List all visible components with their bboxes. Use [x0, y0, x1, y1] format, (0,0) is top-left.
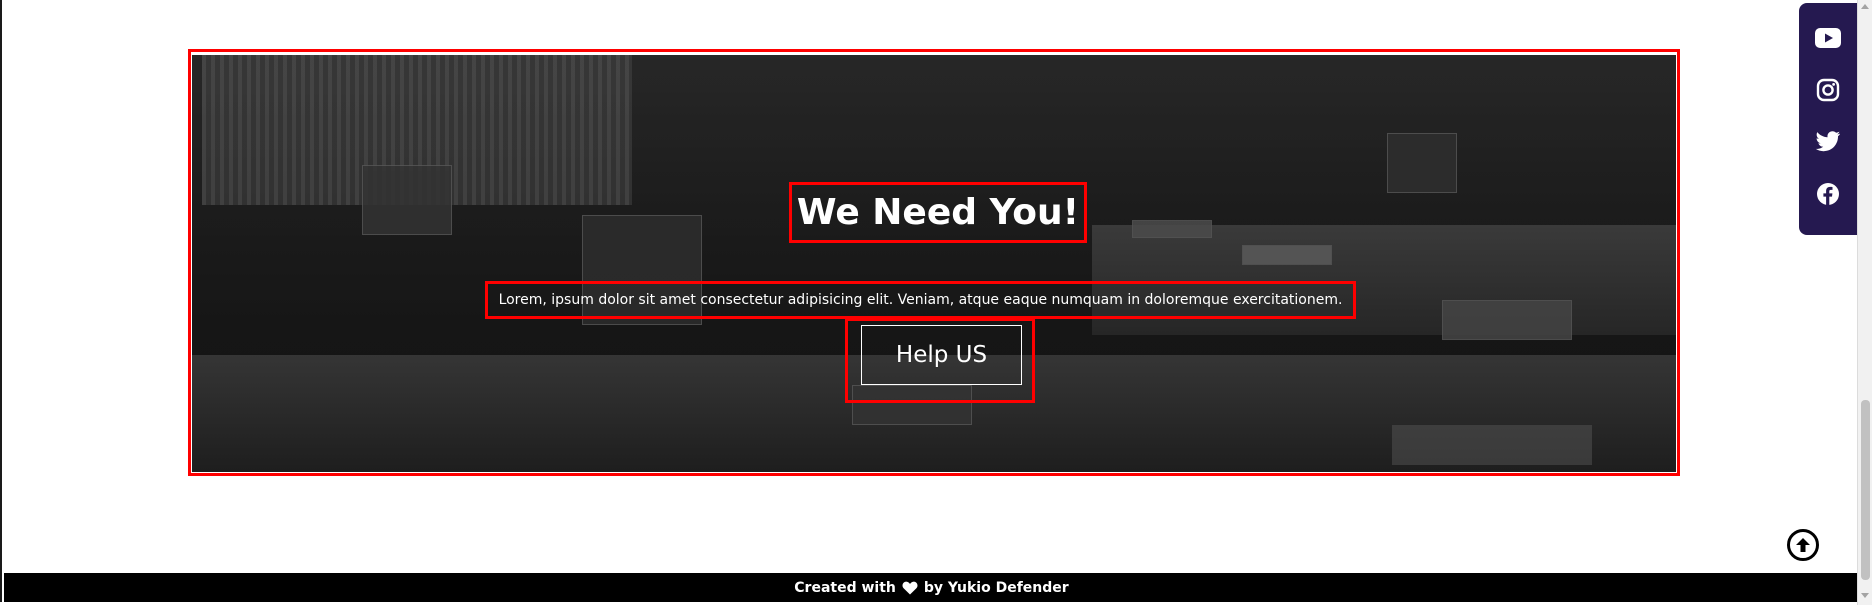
footer: Created with by Yukio Defender: [4, 573, 1859, 602]
footer-author: by Yukio Defender: [923, 579, 1069, 596]
scroll-to-top-button[interactable]: [1787, 529, 1819, 561]
hero-background-monitor: [362, 165, 452, 235]
footer-prefix: Created with: [794, 579, 896, 596]
hero-background-books: [1132, 220, 1212, 238]
arrow-up-icon: [1796, 538, 1810, 552]
vertical-scrollbar[interactable]: [1857, 0, 1872, 605]
scroll-up-arrow-icon[interactable]: [1861, 4, 1869, 9]
page-viewport: We Need You! Lorem, ipsum dolor sit amet…: [0, 0, 1859, 602]
hero-background-paper: [1392, 425, 1592, 465]
help-us-button[interactable]: Help US: [861, 325, 1022, 385]
hero-title-highlight: [789, 182, 1087, 243]
hero-background-monitor: [1387, 133, 1457, 193]
youtube-icon: [1815, 28, 1841, 48]
hero-description-highlight: [485, 281, 1356, 319]
scroll-down-arrow-icon[interactable]: [1861, 593, 1869, 598]
instagram-icon: [1816, 78, 1840, 102]
facebook-icon: [1817, 183, 1839, 205]
social-sidebar: [1799, 3, 1857, 235]
hero-section: [192, 55, 1676, 472]
facebook-link[interactable]: [1815, 181, 1841, 207]
hero-background-books: [1242, 245, 1332, 265]
heart-icon: [902, 581, 918, 594]
scrollbar-thumb[interactable]: [1861, 400, 1870, 580]
twitter-link[interactable]: [1815, 129, 1841, 155]
youtube-link[interactable]: [1815, 25, 1841, 51]
hero-background-books: [1442, 300, 1572, 340]
instagram-link[interactable]: [1815, 77, 1841, 103]
twitter-icon: [1815, 131, 1840, 152]
